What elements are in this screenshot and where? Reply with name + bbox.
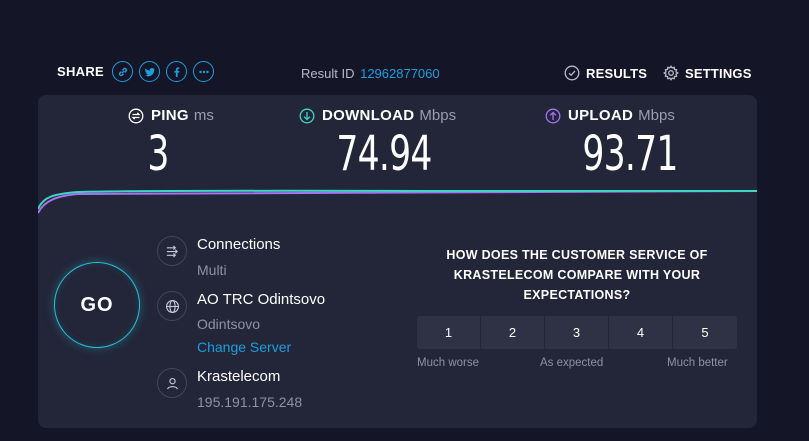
link-icon[interactable] — [112, 61, 134, 82]
go-button[interactable]: GO — [54, 262, 140, 348]
scale-low-label: Much worse — [417, 357, 479, 369]
rating-option-5[interactable]: 5 — [673, 316, 737, 349]
ping-value: 3 — [147, 126, 169, 182]
download-unit: Mbps — [419, 107, 457, 124]
facebook-icon[interactable] — [166, 61, 188, 82]
ping-icon — [128, 108, 144, 123]
upload-graph-line — [38, 190, 757, 214]
upload-metric: UPLOAD Mbps 93.71 — [545, 107, 715, 180]
top-bar: SHARE Result ID 12962877060 RESULTS SETT… — [0, 0, 809, 95]
download-icon — [299, 108, 315, 123]
upload-unit: Mbps — [638, 107, 675, 124]
twitter-icon[interactable] — [139, 61, 161, 82]
connections-icon — [157, 236, 187, 266]
upload-value: 93.71 — [582, 126, 678, 182]
settings-button[interactable]: SETTINGS — [663, 65, 752, 81]
connections-title: Connections — [197, 236, 281, 253]
rating-scale: 1 2 3 4 5 — [417, 316, 737, 349]
result-card: PING ms 3 DOWNLOAD Mbps 74.94 UPLOAD Mbp… — [38, 95, 757, 428]
rating-option-3[interactable]: 3 — [545, 316, 608, 349]
download-label: DOWNLOAD — [322, 107, 415, 124]
scale-high-label: Much better — [667, 357, 728, 369]
ping-label: PING — [151, 107, 189, 124]
upload-icon — [545, 108, 561, 123]
connections-value: Multi — [197, 262, 227, 278]
upload-label: UPLOAD — [568, 107, 634, 124]
share-label: SHARE — [57, 64, 105, 79]
result-id-link[interactable]: 12962877060 — [360, 66, 440, 81]
check-circle-icon — [564, 65, 580, 81]
server-location: Odintsovo — [197, 316, 261, 332]
download-value: 74.94 — [336, 126, 432, 182]
results-label: RESULTS — [586, 65, 648, 81]
rating-option-1[interactable]: 1 — [417, 316, 480, 349]
download-metric: DOWNLOAD Mbps 74.94 — [299, 107, 469, 180]
survey-question: HOW DOES THE CUSTOMER SERVICE OF KRASTEL… — [446, 248, 708, 302]
rating-option-4[interactable]: 4 — [609, 316, 672, 349]
ping-unit: ms — [193, 107, 214, 124]
user-icon — [157, 368, 187, 398]
globe-icon — [157, 291, 187, 321]
result-id-label: Result ID — [301, 66, 355, 81]
result-id: Result ID 12962877060 — [301, 66, 440, 81]
server-name: AO TRC Odintsovo — [197, 291, 326, 308]
gear-icon — [663, 65, 679, 81]
change-server-link[interactable]: Change Server — [197, 339, 291, 355]
provider-ip: 195.191.175.248 — [197, 394, 303, 410]
share-bar: SHARE — [57, 61, 220, 82]
results-button[interactable]: RESULTS — [564, 65, 647, 81]
scale-mid-label: As expected — [540, 357, 604, 369]
settings-label: SETTINGS — [685, 65, 752, 81]
speed-graph — [38, 189, 757, 214]
rating-option-2[interactable]: 2 — [481, 316, 544, 349]
more-icon[interactable] — [193, 61, 215, 82]
provider-name: Krastelecom — [197, 368, 281, 385]
ping-metric: PING ms 3 — [128, 107, 238, 180]
